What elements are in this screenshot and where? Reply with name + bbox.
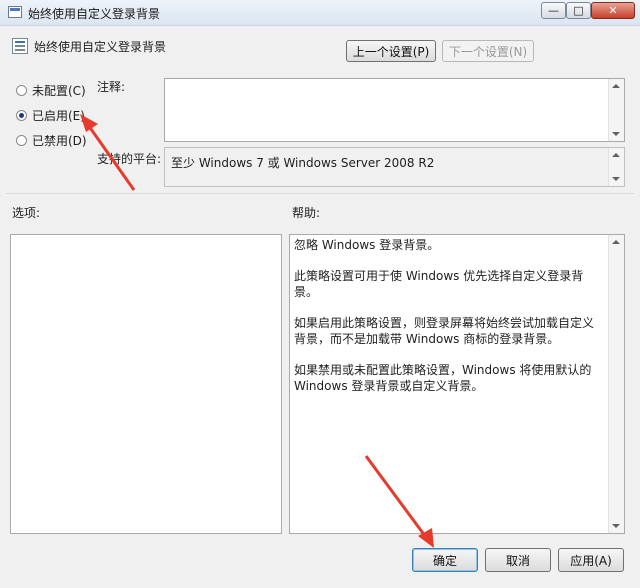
annotation-arrow-ok <box>364 455 430 541</box>
annotation-arrows <box>80 114 434 548</box>
annotation-arrow-enabled <box>84 121 136 191</box>
annotation-arrowhead-enabled <box>80 114 98 132</box>
